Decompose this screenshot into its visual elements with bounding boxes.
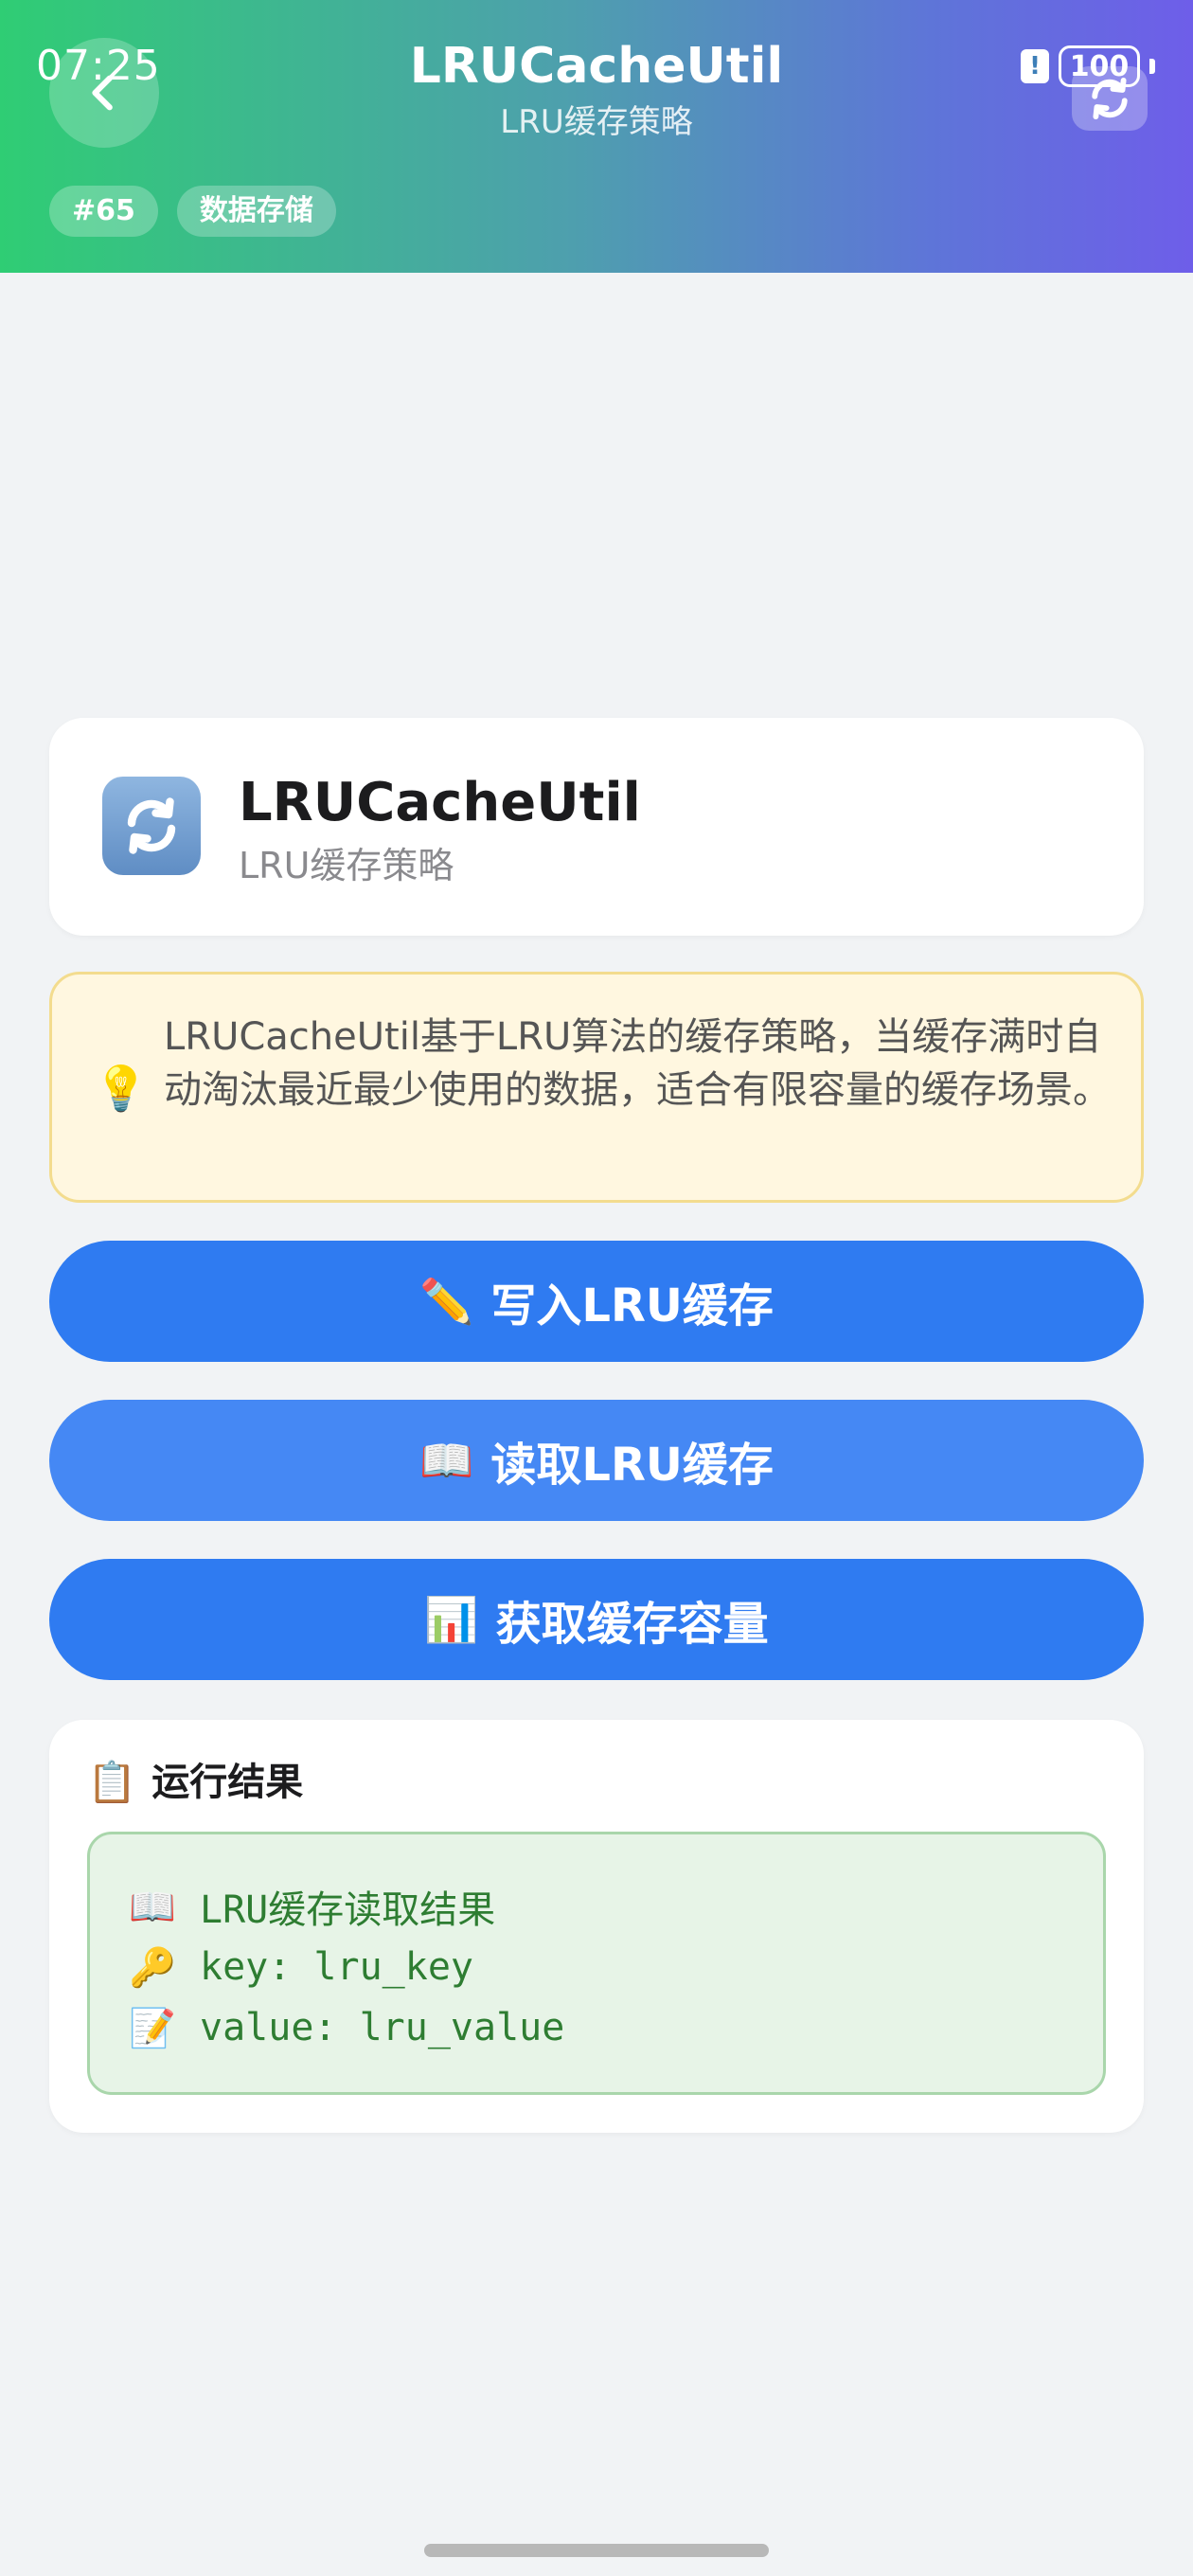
result-line-text: LRU缓存读取结果: [200, 1888, 496, 1932]
refresh-icon: [1092, 77, 1128, 120]
result-header: 📋 运行结果: [87, 1758, 303, 1807]
header: 07:25 LRUCacheUtil LRU缓存策略 ! 100 #65 数据存…: [0, 0, 1193, 273]
page-title: LRUCacheUtil: [409, 38, 784, 95]
result-line: 📖 LRU缓存读取结果: [128, 1876, 1103, 1937]
book-icon: 📖: [419, 1435, 474, 1486]
alert-icon: !: [1021, 49, 1049, 83]
result-line-text: key: lru_key: [200, 1945, 473, 1989]
key-icon: 🔑: [129, 1945, 176, 1990]
clipboard-icon: 📋: [87, 1759, 137, 1805]
write-cache-button[interactable]: ✏️ 写入LRU缓存: [49, 1241, 1144, 1362]
refresh-button[interactable]: [1072, 66, 1148, 131]
result-output: 📖 LRU缓存读取结果 🔑 key: lru_key 📝 value: lru_…: [87, 1832, 1106, 2095]
result-line: 🔑 key: lru_key: [128, 1937, 1103, 1997]
home-indicator[interactable]: [424, 2544, 769, 2557]
tag-id: #65: [49, 186, 158, 237]
write-cache-label: 写入LRU缓存: [490, 1279, 774, 1333]
get-capacity-label: 获取缓存容量: [495, 1598, 769, 1651]
result-title: 运行结果: [151, 1761, 304, 1804]
info-title: LRUCacheUtil: [239, 772, 641, 833]
cache-refresh-icon: [102, 777, 201, 875]
pencil-icon: ✏️: [419, 1276, 474, 1327]
result-line-text: value: lru_value: [200, 2006, 565, 2049]
tip-text: LRUCacheUtil基于LRU算法的缓存策略，当缓存满时自动淘汰最近最少使用…: [164, 1015, 1111, 1112]
result-line: 📝 value: lru_value: [128, 1997, 1103, 2058]
page-subtitle: LRU缓存策略: [500, 103, 693, 141]
tag-list: #65 数据存储: [49, 186, 336, 237]
tag-category: 数据存储: [176, 186, 336, 237]
book-icon: 📖: [129, 1885, 176, 1929]
tip-box: 💡 LRUCacheUtil基于LRU算法的缓存策略，当缓存满时自动淘汰最近最少…: [49, 972, 1144, 1203]
bar-chart-icon: 📊: [424, 1594, 479, 1645]
memo-icon: 📝: [129, 2006, 176, 2050]
read-cache-button[interactable]: 📖 读取LRU缓存: [49, 1400, 1144, 1521]
info-subtitle: LRU缓存策略: [239, 845, 454, 886]
info-card: LRUCacheUtil LRU缓存策略: [49, 718, 1144, 936]
get-capacity-button[interactable]: 📊 获取缓存容量: [49, 1559, 1144, 1680]
lightbulb-icon: 💡: [94, 1063, 149, 1114]
result-card: 📋 运行结果 📖 LRU缓存读取结果 🔑 key: lru_key 📝 valu…: [49, 1720, 1144, 2133]
read-cache-label: 读取LRU缓存: [490, 1439, 774, 1492]
battery-cap: [1149, 59, 1155, 74]
